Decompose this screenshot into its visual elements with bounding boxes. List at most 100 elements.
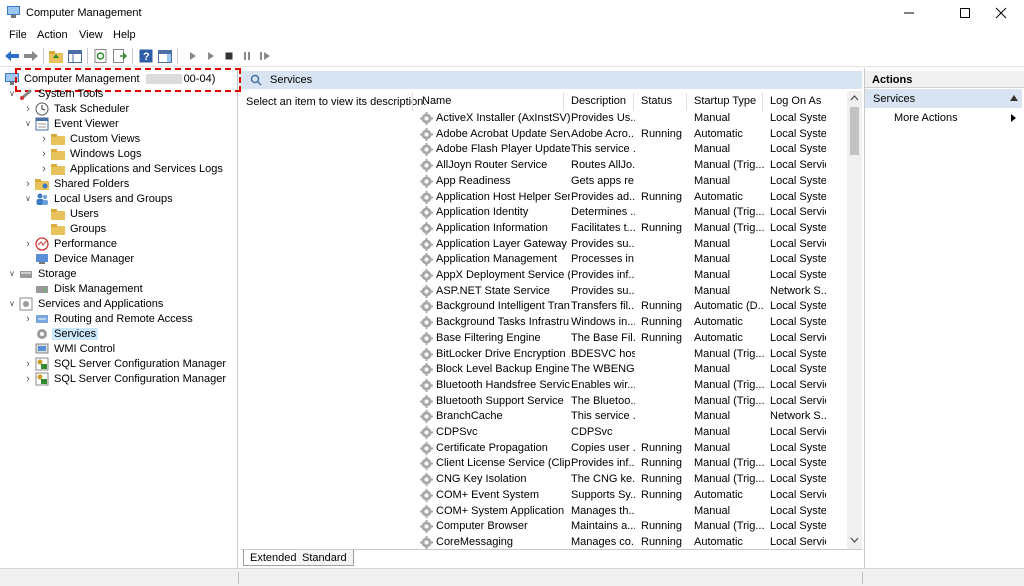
- column-status[interactable]: Status: [641, 95, 672, 111]
- table-row[interactable]: Client License Service (ClipS...Provides…: [418, 456, 848, 472]
- tree-item-windows-logs[interactable]: › Windows Logs: [39, 146, 144, 161]
- menu-view[interactable]: View: [79, 29, 103, 41]
- table-row[interactable]: COM+ Event System Supports Sy... Running Au…: [418, 488, 848, 504]
- close-button[interactable]: [978, 0, 1024, 26]
- tree-item-applications-and-services-logs[interactable]: › Applications and Services Logs: [39, 161, 225, 176]
- table-row[interactable]: COM+ System Application Manages th... Manu…: [418, 504, 848, 520]
- tree-item-users[interactable]: Users: [39, 206, 101, 221]
- up-one-level-button[interactable]: [48, 48, 64, 64]
- collapsed-chevron-icon[interactable]: ›: [23, 358, 33, 370]
- services-header: Services: [241, 71, 862, 89]
- pause-service-button[interactable]: [239, 48, 255, 64]
- tree-item-disk-management[interactable]: Disk Management: [23, 281, 145, 296]
- forward-button[interactable]: [23, 48, 39, 64]
- service-name: BranchCache: [436, 410, 503, 423]
- table-row[interactable]: AppX Deployment Service (... Provides inf…: [418, 268, 848, 284]
- tree-item-storage[interactable]: ∨ Storage: [7, 266, 79, 281]
- tab-standard[interactable]: Standard: [296, 550, 354, 566]
- table-row[interactable]: Application Host Helper Ser... Provides a…: [418, 190, 848, 206]
- column-log-on-as[interactable]: Log On As: [770, 95, 821, 111]
- column-description[interactable]: Description: [571, 95, 626, 111]
- table-row[interactable]: Adobe Flash Player Update ... This servic…: [418, 142, 848, 158]
- show-hide-console-tree-button[interactable]: [67, 48, 83, 64]
- table-row[interactable]: Block Level Backup Engine ...The WBENG..…: [418, 362, 848, 378]
- table-row[interactable]: Application Layer Gateway ... Provides su…: [418, 237, 848, 253]
- tree-item-wmi-control[interactable]: WMI Control: [23, 341, 117, 356]
- collapsed-chevron-icon[interactable]: ›: [39, 133, 49, 145]
- expanded-chevron-icon[interactable]: ∨: [7, 299, 17, 309]
- table-row[interactable]: BranchCache This service ... Manual Network…: [418, 409, 848, 425]
- table-row[interactable]: Bluetooth Handsfree Service Enables wir..…: [418, 378, 848, 394]
- expanded-chevron-icon[interactable]: ∨: [23, 194, 33, 204]
- table-row[interactable]: CDPSvc CDPSvc Manual Local Service: [418, 425, 848, 441]
- service-description: Maintains a...: [571, 520, 635, 533]
- table-row[interactable]: CNG Key Isolation The CNG ke... Running Man…: [418, 472, 848, 488]
- menu-help[interactable]: Help: [113, 29, 136, 41]
- table-row[interactable]: Computer Browser Maintains a... Running Man…: [418, 519, 848, 535]
- table-row[interactable]: Application Management Processes in... Man…: [418, 252, 848, 268]
- tree-item-performance[interactable]: › Performance: [23, 236, 119, 251]
- table-row[interactable]: ActiveX Installer (AxInstSV) Provides Us.…: [418, 111, 848, 127]
- tree-item-groups[interactable]: Groups: [39, 221, 108, 236]
- tree-item-services[interactable]: Services: [23, 326, 99, 341]
- tree-item-routing-and-remote-access[interactable]: › Routing and Remote Access: [23, 311, 195, 326]
- collapsed-chevron-icon[interactable]: ›: [23, 313, 33, 325]
- tree-item-event-viewer[interactable]: ∨ Event Viewer: [23, 116, 121, 131]
- tree-item-sql-server-configuration-manager[interactable]: › SQL Server Configuration Manager: [23, 356, 228, 371]
- table-row[interactable]: Bluetooth Support Service The Bluetoo... M…: [418, 394, 848, 410]
- collapse-icon[interactable]: [1010, 95, 1018, 101]
- back-button[interactable]: [4, 48, 20, 64]
- tab-extended[interactable]: Extended: [243, 550, 304, 566]
- stop-service-button[interactable]: [221, 48, 237, 64]
- collapsed-chevron-icon[interactable]: ›: [39, 163, 49, 175]
- show-action-pane-button[interactable]: [157, 48, 173, 64]
- tree-item-device-manager[interactable]: Device Manager: [23, 251, 136, 266]
- collapsed-chevron-icon[interactable]: ›: [23, 373, 33, 385]
- table-row[interactable]: ASP.NET State Service Provides su... Manua…: [418, 284, 848, 300]
- table-row[interactable]: Background Tasks Infrastru... Windows in.…: [418, 315, 848, 331]
- table-row[interactable]: App Readiness Gets apps re... Manual Local …: [418, 174, 848, 190]
- tree-item-custom-views[interactable]: › Custom Views: [39, 131, 142, 146]
- scroll-down-icon[interactable]: [850, 537, 859, 543]
- expanded-chevron-icon[interactable]: ∨: [23, 119, 33, 129]
- table-row[interactable]: Application Identity Determines ... Manual…: [418, 205, 848, 221]
- service-description: Determines ...: [571, 206, 635, 219]
- collapsed-chevron-icon[interactable]: ›: [39, 148, 49, 160]
- column-startup-type[interactable]: Startup Type: [694, 95, 756, 111]
- table-row[interactable]: Adobe Acrobat Update Serv... Adobe Acro..…: [418, 127, 848, 143]
- expanded-chevron-icon[interactable]: ∨: [7, 89, 17, 99]
- vertical-scrollbar[interactable]: [847, 91, 862, 549]
- service-gear-icon: [420, 347, 433, 361]
- minimize-button[interactable]: [886, 0, 932, 26]
- table-row[interactable]: Base Filtering Engine The Base Fil... Runn…: [418, 331, 848, 347]
- tree-item-sql-server-configuration-manager[interactable]: › SQL Server Configuration Manager: [23, 371, 228, 386]
- play-button[interactable]: [203, 48, 219, 64]
- collapsed-chevron-icon[interactable]: ›: [23, 103, 33, 115]
- start-service-button[interactable]: [185, 48, 201, 64]
- tree-item-system-tools[interactable]: ∨ System Tools: [7, 86, 105, 101]
- tree-item-local-users-and-groups[interactable]: ∨ Local Users and Groups: [23, 191, 175, 206]
- tree-item-shared-folders[interactable]: › Shared Folders: [23, 176, 131, 191]
- scroll-up-icon[interactable]: [850, 95, 859, 101]
- table-row[interactable]: Background Intelligent Tran... Transfers …: [418, 299, 848, 315]
- actions-section-services[interactable]: Services: [865, 89, 1022, 108]
- tree-item-task-scheduler[interactable]: › Task Scheduler: [23, 101, 131, 116]
- table-row[interactable]: BitLocker Drive Encryption ... BDESVC hos…: [418, 347, 848, 363]
- more-actions-item[interactable]: More Actions: [894, 112, 958, 124]
- help-button[interactable]: ?: [138, 48, 154, 64]
- refresh-button[interactable]: [93, 48, 109, 64]
- collapsed-chevron-icon[interactable]: ›: [23, 178, 33, 190]
- menu-file[interactable]: File: [9, 29, 27, 41]
- submenu-arrow-icon[interactable]: [1011, 114, 1016, 122]
- export-list-button[interactable]: [112, 48, 128, 64]
- column-name[interactable]: Name: [422, 95, 451, 111]
- expanded-chevron-icon[interactable]: ∨: [7, 269, 17, 279]
- collapsed-chevron-icon[interactable]: ›: [23, 238, 33, 250]
- table-row[interactable]: AllJoyn Router Service Routes AllJo... Man…: [418, 158, 848, 174]
- table-row[interactable]: Certificate Propagation Copies user ... Ru…: [418, 441, 848, 457]
- scrollbar-thumb[interactable]: [850, 107, 859, 155]
- tree-item-services-and-applications[interactable]: ∨ Services and Applications: [7, 296, 165, 311]
- table-row[interactable]: Application Information Facilitates t... R…: [418, 221, 848, 237]
- menu-action[interactable]: Action: [37, 29, 68, 41]
- restart-service-button[interactable]: [257, 48, 273, 64]
